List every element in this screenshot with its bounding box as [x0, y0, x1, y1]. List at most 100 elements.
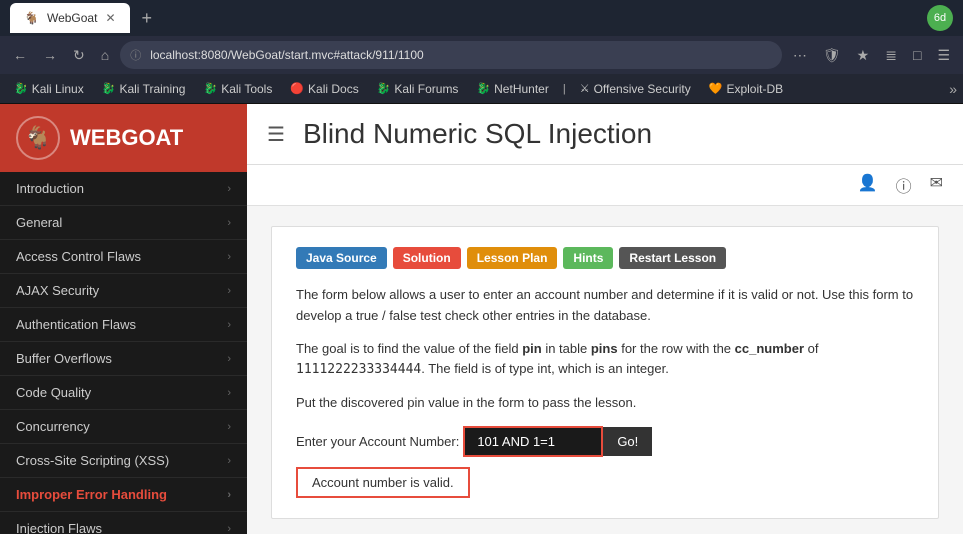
main-toolbar: 👤 ⓘ ✉: [247, 165, 963, 206]
restart-lesson-button[interactable]: Restart Lesson: [619, 247, 726, 269]
hints-button[interactable]: Hints: [563, 247, 613, 269]
kali-linux-icon: 🐉: [14, 82, 28, 95]
library-icon[interactable]: ≣: [880, 43, 902, 68]
sidebar-item-access-control-label: Access Control Flaws: [16, 249, 141, 264]
address-bar-wrapper: ⓘ: [120, 41, 782, 69]
field-cc-number: cc_number: [735, 341, 804, 356]
chevron-right-icon: ›: [227, 183, 231, 195]
solution-button[interactable]: Solution: [393, 247, 461, 269]
sidebar-item-xss[interactable]: Cross-Site Scripting (XSS) ›: [0, 444, 247, 478]
browser-title-bar: 🐐 WebGoat ✕ + 6d: [0, 0, 963, 36]
sidebar-item-code-quality[interactable]: Code Quality ›: [0, 376, 247, 410]
new-tab-button[interactable]: +: [142, 8, 153, 29]
kali-training-icon: 🐉: [102, 82, 116, 95]
offensive-security-icon: ⚔: [580, 82, 590, 95]
paragraph-2: The goal is to find the value of the fie…: [296, 339, 914, 382]
chevron-right-icon: ›: [227, 387, 231, 399]
page-header: ☰ Blind Numeric SQL Injection: [247, 104, 963, 165]
separator: |: [559, 83, 570, 95]
sidebar-item-improper-error[interactable]: Improper Error Handling ›: [0, 478, 247, 512]
more-options-button[interactable]: ⋯: [788, 43, 812, 68]
sidebar-item-introduction-label: Introduction: [16, 181, 84, 196]
shield-icon: 🛡: [818, 43, 846, 68]
paragraph-1: The form below allows a user to enter an…: [296, 285, 914, 327]
forward-button[interactable]: →: [38, 43, 62, 67]
hamburger-icon[interactable]: ☰: [267, 122, 285, 147]
sidebar: 🐐 WEBGOAT Introduction › General › Acces…: [0, 104, 247, 534]
sidebar-item-auth-label: Authentication Flaws: [16, 317, 136, 332]
bookmark-kali-docs[interactable]: 🔴 Kali Docs: [282, 79, 366, 99]
result-text: Account number is valid.: [312, 475, 454, 490]
bookmark-exploit-db[interactable]: 🧡 Exploit-DB: [701, 79, 791, 99]
bookmarks-bar: 🐉 Kali Linux 🐉 Kali Training 🐉 Kali Tool…: [0, 74, 963, 104]
bookmark-kali-linux-label: Kali Linux: [32, 82, 84, 96]
sidebar-item-injection-label: Injection Flaws: [16, 521, 102, 534]
sidebar-item-access-control-flaws[interactable]: Access Control Flaws ›: [0, 240, 247, 274]
field-pin: pin: [522, 341, 542, 356]
bookmark-kali-tools-label: Kali Tools: [221, 82, 272, 96]
bookmark-kali-tools[interactable]: 🐉 Kali Tools: [195, 79, 280, 99]
sidebar-item-ajax-security[interactable]: AJAX Security ›: [0, 274, 247, 308]
bookmark-offensive-security[interactable]: ⚔ Offensive Security: [572, 79, 699, 99]
kali-forums-icon: 🐉: [377, 82, 391, 95]
lesson-card: Java Source Solution Lesson Plan Hints R…: [271, 226, 939, 519]
chevron-right-icon-active: ›: [227, 489, 231, 501]
tab-title: WebGoat: [47, 11, 97, 25]
sidebar-item-introduction[interactable]: Introduction ›: [0, 172, 247, 206]
cc-number-value: 1111222233334444: [296, 362, 421, 377]
sidebar-item-concurrency-label: Concurrency: [16, 419, 90, 434]
reload-button[interactable]: ↻: [68, 43, 90, 68]
sidebar-logo: 🐐 WEBGOAT: [0, 104, 247, 172]
kali-tools-icon: 🐉: [203, 82, 217, 95]
sidebar-item-code-label: Code Quality: [16, 385, 91, 400]
user-avatar: 6d: [927, 5, 953, 31]
back-button[interactable]: ←: [8, 43, 32, 67]
kali-docs-icon: 🔴: [290, 82, 304, 95]
chevron-right-icon: ›: [227, 523, 231, 534]
bookmark-kali-docs-label: Kali Docs: [308, 82, 359, 96]
sidebar-item-buffer-label: Buffer Overflows: [16, 351, 112, 366]
address-input[interactable]: [120, 41, 782, 69]
menu-icon[interactable]: ☰: [932, 43, 955, 68]
result-box: Account number is valid.: [296, 467, 470, 498]
sidebar-item-injection-flaws[interactable]: Injection Flaws ›: [0, 512, 247, 534]
bookmark-exploit-db-label: Exploit-DB: [726, 82, 783, 96]
envelope-icon[interactable]: ✉: [930, 173, 943, 197]
sidebar-item-improper-label: Improper Error Handling: [16, 487, 167, 502]
chevron-right-icon: ›: [227, 353, 231, 365]
java-source-button[interactable]: Java Source: [296, 247, 387, 269]
user-icon[interactable]: 👤: [858, 173, 878, 197]
bookmark-nethunter[interactable]: 🐉 NetHunter: [468, 79, 556, 99]
chevron-right-icon: ›: [227, 251, 231, 263]
lock-icon: ⓘ: [130, 47, 141, 63]
account-number-input[interactable]: [463, 426, 603, 457]
bookmarks-more-button[interactable]: »: [949, 81, 957, 97]
bookmark-kali-linux[interactable]: 🐉 Kali Linux: [6, 79, 92, 99]
tab-manager-icon[interactable]: □: [908, 43, 926, 67]
chevron-right-icon: ›: [227, 421, 231, 433]
sidebar-item-xss-label: Cross-Site Scripting (XSS): [16, 453, 169, 468]
tab-close-button[interactable]: ✕: [105, 11, 115, 25]
browser-nav-bar: ← → ↻ ⌂ ⓘ ⋯ 🛡 ★ ≣ □ ☰: [0, 36, 963, 74]
bookmark-offensive-security-label: Offensive Security: [594, 82, 691, 96]
lesson-button-row: Java Source Solution Lesson Plan Hints R…: [296, 247, 914, 269]
bookmark-kali-training[interactable]: 🐉 Kali Training: [94, 79, 194, 99]
sidebar-item-buffer-overflows[interactable]: Buffer Overflows ›: [0, 342, 247, 376]
form-section: Enter your Account Number: Go!: [296, 426, 914, 457]
sidebar-item-authentication-flaws[interactable]: Authentication Flaws ›: [0, 308, 247, 342]
go-button[interactable]: Go!: [603, 427, 652, 456]
sidebar-item-general-label: General: [16, 215, 62, 230]
home-button[interactable]: ⌂: [96, 43, 114, 67]
chevron-right-icon: ›: [227, 285, 231, 297]
sidebar-item-concurrency[interactable]: Concurrency ›: [0, 410, 247, 444]
lesson-plan-button[interactable]: Lesson Plan: [467, 247, 558, 269]
sidebar-logo-text: WEBGOAT: [70, 125, 183, 151]
tab-favicon: 🐐: [24, 11, 39, 25]
bookmark-kali-forums[interactable]: 🐉 Kali Forums: [369, 79, 467, 99]
chevron-right-icon: ›: [227, 319, 231, 331]
bookmark-star-icon[interactable]: ★: [852, 43, 875, 68]
browser-tab[interactable]: 🐐 WebGoat ✕: [10, 3, 130, 33]
info-icon[interactable]: ⓘ: [896, 173, 912, 197]
content-body: Java Source Solution Lesson Plan Hints R…: [247, 206, 963, 534]
sidebar-item-general[interactable]: General ›: [0, 206, 247, 240]
